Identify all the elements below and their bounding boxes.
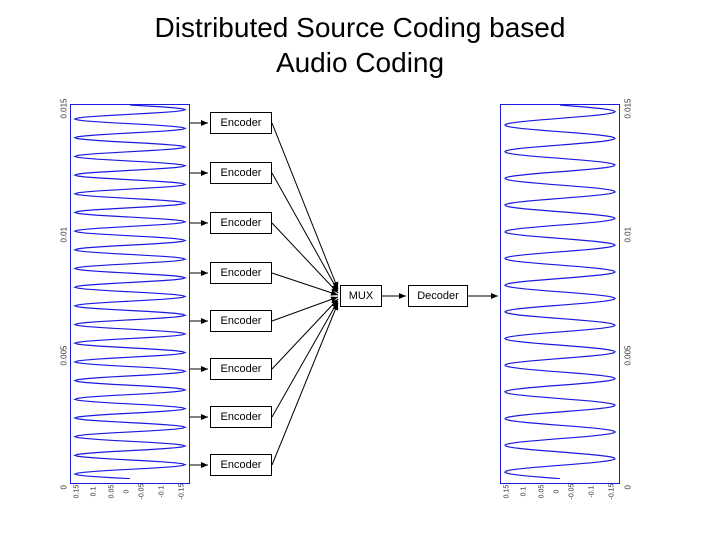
input-wave-svg	[71, 105, 189, 479]
page-title: Distributed Source Coding based Audio Co…	[0, 0, 720, 86]
encoder-block-4: Encoder	[210, 262, 272, 284]
encoder-block-2: Encoder	[210, 162, 272, 184]
tick-label: 0	[60, 469, 69, 489]
decoder-block: Decoder	[408, 285, 468, 307]
encoder-label: Encoder	[221, 411, 262, 423]
tick-label: -0.1	[589, 485, 596, 497]
tick-label: 0	[623, 469, 632, 489]
encoder-label: Encoder	[221, 167, 262, 179]
tick-label: 0.05	[108, 485, 115, 499]
encoder-block-8: Encoder	[210, 454, 272, 476]
encoder-label: Encoder	[221, 267, 262, 279]
mux-block: MUX	[340, 285, 382, 307]
tick-label: 0.01	[60, 222, 69, 242]
encoder-block-5: Encoder	[210, 310, 272, 332]
encoder-label: Encoder	[221, 217, 262, 229]
tick-label: 0.1	[91, 487, 98, 497]
tick-label: -0.1	[159, 485, 166, 497]
encoder-block-7: Encoder	[210, 406, 272, 428]
tick-label: 0.1	[521, 487, 528, 497]
tick-label: -0.15	[178, 484, 185, 500]
tick-label: -0.15	[608, 484, 615, 500]
tick-label: 0.015	[60, 98, 69, 118]
encoder-label: Encoder	[221, 363, 262, 375]
tick-label: 0	[123, 490, 130, 494]
tick-label: 0.01	[623, 222, 632, 242]
output-wave-svg	[501, 105, 619, 479]
right-axis-ticks: 0.15 0.1 0.05 0 -0.05 -0.1 -0.15	[500, 488, 620, 495]
tick-label: 0.015	[623, 98, 632, 118]
output-wave-panel	[500, 104, 620, 484]
encoder-label: Encoder	[221, 459, 262, 471]
tick-label: 0.005	[623, 346, 632, 366]
title-line1: Distributed Source Coding based	[155, 12, 566, 43]
tick-label: -0.05	[569, 484, 576, 500]
tick-label: 0.05	[538, 485, 545, 499]
diagram-canvas: 0.015 0.01 0.005 0 0.15 0.1 0.05 0 -0.05…	[30, 86, 690, 506]
title-line2: Audio Coding	[276, 47, 444, 78]
encoder-block-1: Encoder	[210, 112, 272, 134]
encoder-block-3: Encoder	[210, 212, 272, 234]
tick-label: 0.15	[503, 485, 510, 499]
tick-label: 0.005	[60, 346, 69, 366]
tick-label: 0.15	[73, 485, 80, 499]
tick-label: 0	[553, 490, 560, 494]
encoder-label: Encoder	[221, 117, 262, 129]
encoder-label: Encoder	[221, 315, 262, 327]
right-side-ticks: 0.015 0.01 0.005 0	[618, 104, 638, 484]
tick-label: -0.05	[139, 484, 146, 500]
left-axis-ticks: 0.15 0.1 0.05 0 -0.05 -0.1 -0.15	[70, 488, 190, 495]
mux-label: MUX	[349, 290, 373, 302]
input-wave-panel	[70, 104, 190, 484]
encoder-block-6: Encoder	[210, 358, 272, 380]
decoder-label: Decoder	[417, 290, 459, 302]
